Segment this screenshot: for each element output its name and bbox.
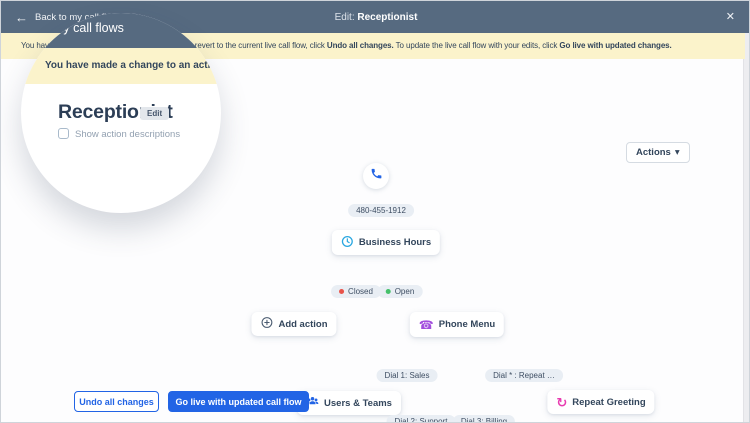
business-hours-node[interactable]: Business Hours: [331, 230, 441, 255]
show-descriptions-label: Show action descriptions: [75, 129, 181, 140]
magnified-banner: You have made a change to an active c: [21, 48, 221, 84]
title-name: Receptionist: [357, 11, 418, 23]
chevron-down-icon: ▾: [674, 147, 680, 158]
magnifier-bubble: my call flows You have made a change to …: [21, 13, 221, 213]
add-action-node[interactable]: Add action: [251, 312, 337, 336]
branch-label-dial3: Dial 3: Billing: [452, 415, 516, 423]
dial-star-label: Dial * : Repeat …: [493, 371, 555, 380]
open-label: Open: [394, 287, 415, 296]
branch-label-dial2: Dial 2: Support: [386, 415, 456, 423]
open-status-dot: [385, 289, 391, 294]
branch-label-dial-star: Dial * : Repeat …: [485, 369, 563, 382]
actions-button[interactable]: Actions ▾: [626, 142, 690, 163]
show-descriptions-checkbox[interactable]: [58, 128, 69, 139]
phone-number-label: 480-455-1912: [348, 204, 414, 217]
banner-undo-ref: Undo all changes.: [326, 41, 394, 50]
circle-plus-icon: [260, 316, 273, 332]
closed-label: Closed: [348, 287, 373, 296]
phone-menu-icon: ☎: [418, 317, 434, 332]
dial3-label: Dial 3: Billing: [460, 417, 508, 423]
edit-button[interactable]: Edit: [140, 107, 170, 120]
clock-icon: [341, 235, 354, 251]
add-action-label: Add action: [278, 318, 328, 330]
call-flow-editor-window: Actions ▾ 480-455-1912 Business Hours Cl…: [0, 0, 750, 423]
phone-menu-node[interactable]: ☎ Phone Menu: [409, 312, 505, 337]
undo-all-changes-button[interactable]: Undo all changes: [74, 391, 159, 412]
actions-label: Actions: [636, 147, 671, 158]
branch-label-dial1: Dial 1: Sales: [376, 369, 438, 382]
dial1-label: Dial 1: Sales: [384, 371, 430, 380]
magnified-back-label: my call flows: [53, 21, 124, 35]
repeat-greeting-label: Repeat Greeting: [572, 396, 646, 408]
repeat-icon: ↻: [556, 394, 568, 410]
branch-label-closed: Closed: [331, 285, 381, 298]
incoming-call-node[interactable]: [363, 163, 389, 189]
business-hours-label: Business Hours: [358, 237, 432, 248]
close-icon[interactable]: ✕: [726, 10, 735, 23]
branch-label-open: Open: [377, 285, 423, 298]
closed-status-dot: [339, 289, 345, 294]
repeat-greeting-node[interactable]: ↻ Repeat Greeting: [547, 390, 655, 414]
users-teams-node[interactable]: Users & Teams: [297, 391, 401, 415]
scrollbar-gutter[interactable]: [743, 33, 749, 422]
phone-icon: [370, 167, 383, 185]
title-prefix: Edit:: [334, 11, 355, 23]
phone-menu-label: Phone Menu: [438, 319, 496, 330]
users-teams-label: Users & Teams: [324, 397, 392, 409]
banner-golive-ref: Go live with updated changes.: [559, 41, 672, 50]
phone-number-text: 480-455-1912: [356, 206, 406, 215]
magnified-alert-text: You have made a change to an active c: [45, 60, 221, 71]
banner-mid: To update the live call flow with your e…: [393, 41, 560, 50]
go-live-button[interactable]: Go live with updated call flow: [168, 391, 309, 412]
dial2-label: Dial 2: Support: [394, 417, 448, 423]
magnified-top-bar: my call flows: [21, 13, 221, 48]
